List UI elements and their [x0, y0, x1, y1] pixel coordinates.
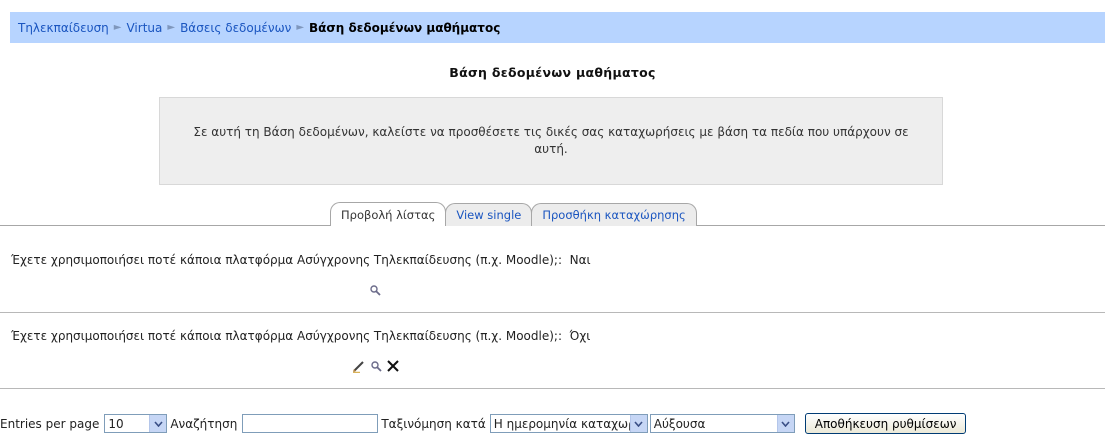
entry-answer: Όχι — [569, 329, 591, 343]
breadcrumb-link-databases[interactable]: Βάσεις δεδομένων — [180, 21, 291, 35]
chevron-down-icon — [629, 415, 647, 432]
list-options-bar: Entries per page 10 Αναζήτηση Ταξινόμηση… — [0, 412, 1105, 435]
entry-answer: Ναι — [569, 253, 591, 267]
sort-order-select[interactable]: Αύξουσα — [649, 414, 795, 433]
breadcrumb-separator-icon: ► — [296, 22, 305, 33]
entry-divider — [0, 388, 1105, 389]
entries-per-page-select[interactable]: 10 — [104, 414, 168, 433]
intro-box: Σε αυτή τη Βάση δεδομένων, καλείστε να π… — [159, 97, 943, 185]
breadcrumb-current: Βάση δεδομένων μαθήματος — [309, 20, 501, 35]
view-icon[interactable] — [368, 283, 382, 297]
search-label: Αναζήτηση — [170, 416, 238, 431]
sort-by-label: Ταξινόμηση κατά — [381, 416, 486, 431]
breadcrumb-separator-icon: ► — [167, 22, 176, 33]
view-icon[interactable] — [369, 359, 383, 373]
delete-icon[interactable] — [386, 359, 400, 373]
view-tabs: Προβολή λίστας View single Προσθήκη κατα… — [330, 202, 697, 226]
breadcrumb-separator-icon: ► — [113, 22, 122, 33]
page-title: Βάση δεδομένων μαθήματος — [449, 65, 656, 80]
entry-question: Έχετε χρησιμοποιήσει ποτέ κάποια πλατφόρ… — [11, 253, 591, 267]
intro-text: Σε αυτή τη Βάση δεδομένων, καλείστε να π… — [193, 125, 909, 156]
entry-question: Έχετε χρησιμοποιήσει ποτέ κάποια πλατφόρ… — [11, 329, 591, 343]
tab-add-entry[interactable]: Προσθήκη καταχώρησης — [531, 203, 697, 226]
edit-icon[interactable] — [352, 359, 366, 373]
breadcrumb-link-course[interactable]: Virtua — [126, 21, 162, 35]
sort-field-select[interactable]: Η ημερομηνία καταχωρήθηκε — [489, 414, 648, 433]
breadcrumb: Τηλεκπαίδευση ► Virtua ► Βάσεις δεδομένω… — [10, 12, 1105, 43]
chevron-down-icon — [149, 415, 167, 432]
breadcrumb-link-home[interactable]: Τηλεκπαίδευση — [18, 21, 109, 35]
save-settings-button[interactable]: Αποθήκευση ρυθμίσεων — [804, 413, 967, 434]
tab-list-view[interactable]: Προβολή λίστας — [330, 202, 447, 226]
tab-view-single[interactable]: View single — [445, 203, 533, 226]
search-input[interactable] — [242, 414, 379, 433]
chevron-down-icon — [776, 415, 794, 432]
entry-divider — [0, 312, 1105, 313]
entries-per-page-label: Entries per page — [0, 416, 100, 431]
